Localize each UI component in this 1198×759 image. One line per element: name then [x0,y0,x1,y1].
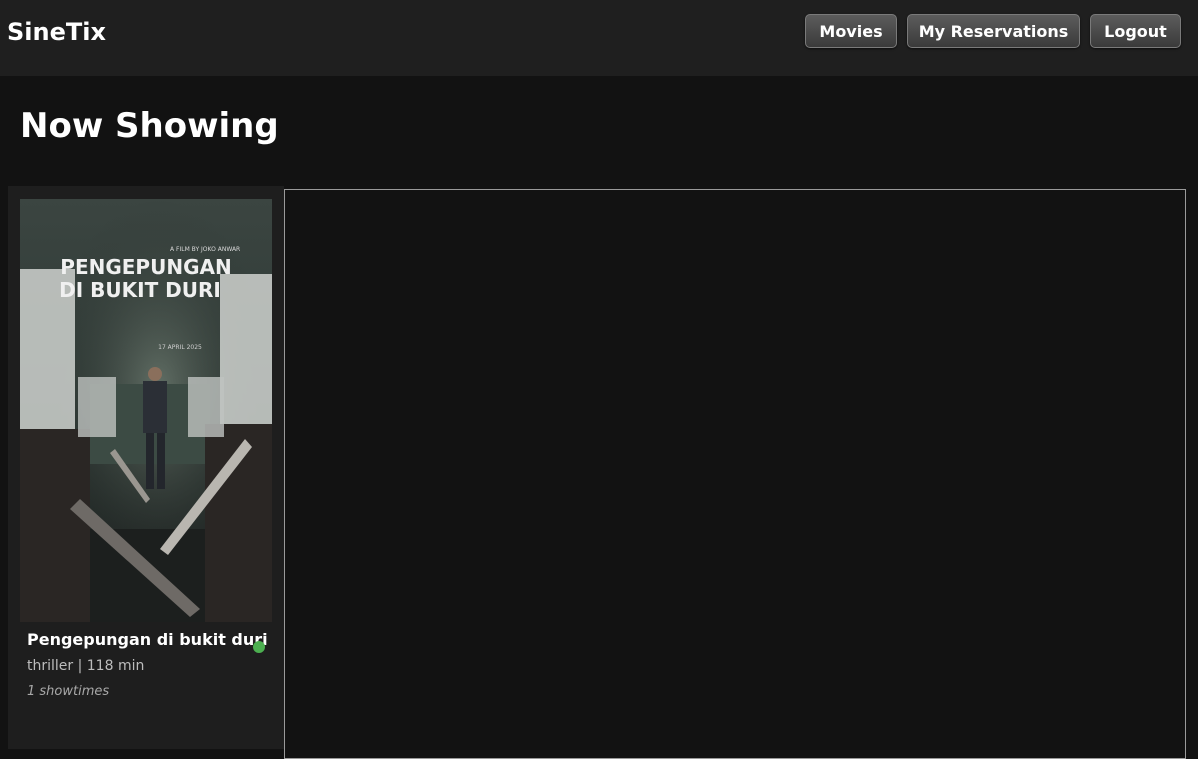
poster-title-line2: DI BUKIT DURI [59,278,221,302]
brand-logo[interactable]: SineTix [7,18,106,46]
movie-card[interactable]: A FILM BY JOKO ANWAR PENGEPUNGAN DI BUKI… [8,186,284,749]
movie-poster[interactable]: A FILM BY JOKO ANWAR PENGEPUNGAN DI BUKI… [20,199,272,622]
showtimes-count: 1 showtimes [27,684,110,699]
poster-release: 17 APRIL 2025 [158,344,202,351]
page-title: Now Showing [20,106,279,146]
movie-meta: thriller | 118 min [27,658,145,674]
poster-credit: A FILM BY JOKO ANWAR [170,246,240,253]
logout-button[interactable]: Logout [1090,14,1181,48]
top-navbar: SineTix Movies My Reservations Logout [0,0,1198,76]
status-indicator [253,641,265,653]
movies-button[interactable]: Movies [805,14,897,48]
poster-artwork: A FILM BY JOKO ANWAR PENGEPUNGAN DI BUKI… [20,199,272,622]
movie-title[interactable]: Pengepungan di bukit duri [27,630,268,649]
poster-title-line1: PENGEPUNGAN [60,255,231,279]
my-reservations-button[interactable]: My Reservations [907,14,1080,48]
movie-detail-panel [284,189,1186,759]
